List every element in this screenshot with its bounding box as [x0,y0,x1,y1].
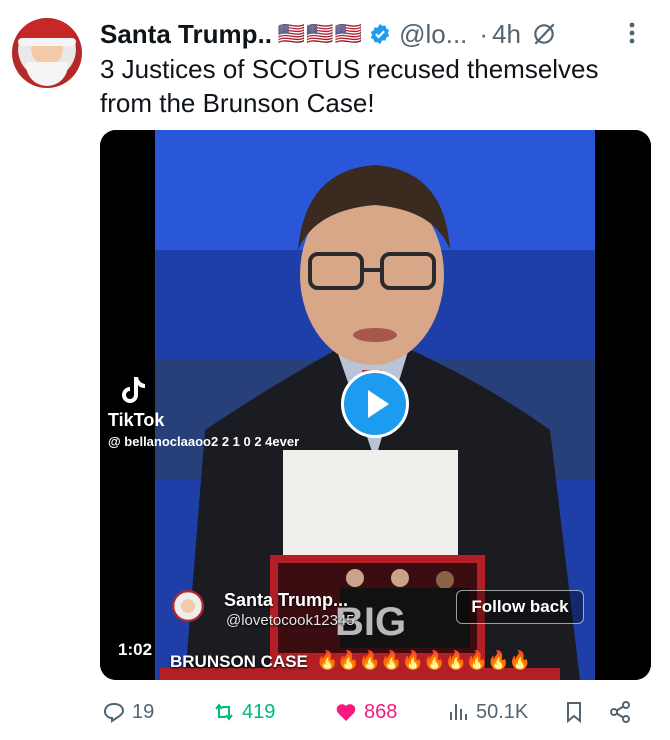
overlay-avatar [172,590,204,622]
grok-icon[interactable] [531,21,557,47]
heart-icon [336,704,356,721]
share-icon [610,701,630,723]
repost-icon [215,703,233,721]
video-caption: BRUNSON CASE [170,652,308,671]
video-player[interactable]: BIG TikTok @ bellanoclaaoo2 2 1 0 2 4eve… [100,130,651,680]
video-flames: 🔥🔥🔥🔥🔥🔥🔥🔥🔥🔥 [316,650,531,670]
play-button[interactable] [341,370,409,438]
overlay-display-name: Santa Trump... [224,590,349,610]
share-button[interactable] [608,692,638,732]
post-text: 3 Justices of SCOTUS recused themselves … [100,54,599,118]
reply-count: 19 [132,700,155,723]
display-name[interactable]: Santa Trump.. [100,19,272,50]
user-handle[interactable]: @lo... [399,19,467,50]
follow-back-button[interactable]: Follow back [456,590,584,624]
more-icon[interactable] [622,18,642,48]
reply-button[interactable]: 19 [102,692,154,732]
video-duration: 1:02 [118,640,153,659]
post-header: Santa Trump.. 🇺🇸🇺🇸🇺🇸 @lo... · 4h [100,16,557,52]
overlay-handle: @lovetocook12345 [226,612,355,629]
post-time[interactable]: 4h [492,19,521,50]
repost-count: 419 [242,700,276,723]
play-icon [368,390,389,418]
view-count: 50.1K [476,700,529,723]
avatar-hat-brim [18,38,76,46]
tiktok-label: TikTok [108,410,165,430]
bookmark-button[interactable] [562,692,592,732]
repost-button[interactable]: 419 [212,692,275,732]
time-separator: · [479,18,489,49]
reply-icon [103,702,125,723]
post[interactable]: Santa Trump.. 🇺🇸🇺🇸🇺🇸 @lo... · 4h 3 Justi… [0,0,670,740]
tiktok-username: @ bellanoclaaoo2 2 1 0 2 4ever [108,434,300,449]
verified-badge-icon [371,23,390,45]
like-count: 868 [364,700,398,723]
views-button[interactable]: 50.1K [446,692,528,732]
like-button[interactable]: 868 [334,692,397,732]
name-flags: 🇺🇸🇺🇸🇺🇸 [277,21,364,46]
action-bar: 19 419 868 50.1K [0,692,670,732]
tiktok-icon [122,377,145,403]
bookmark-icon [567,702,581,724]
avatar-beard [26,62,68,86]
views-icon [450,704,467,720]
avatar[interactable] [12,18,82,88]
